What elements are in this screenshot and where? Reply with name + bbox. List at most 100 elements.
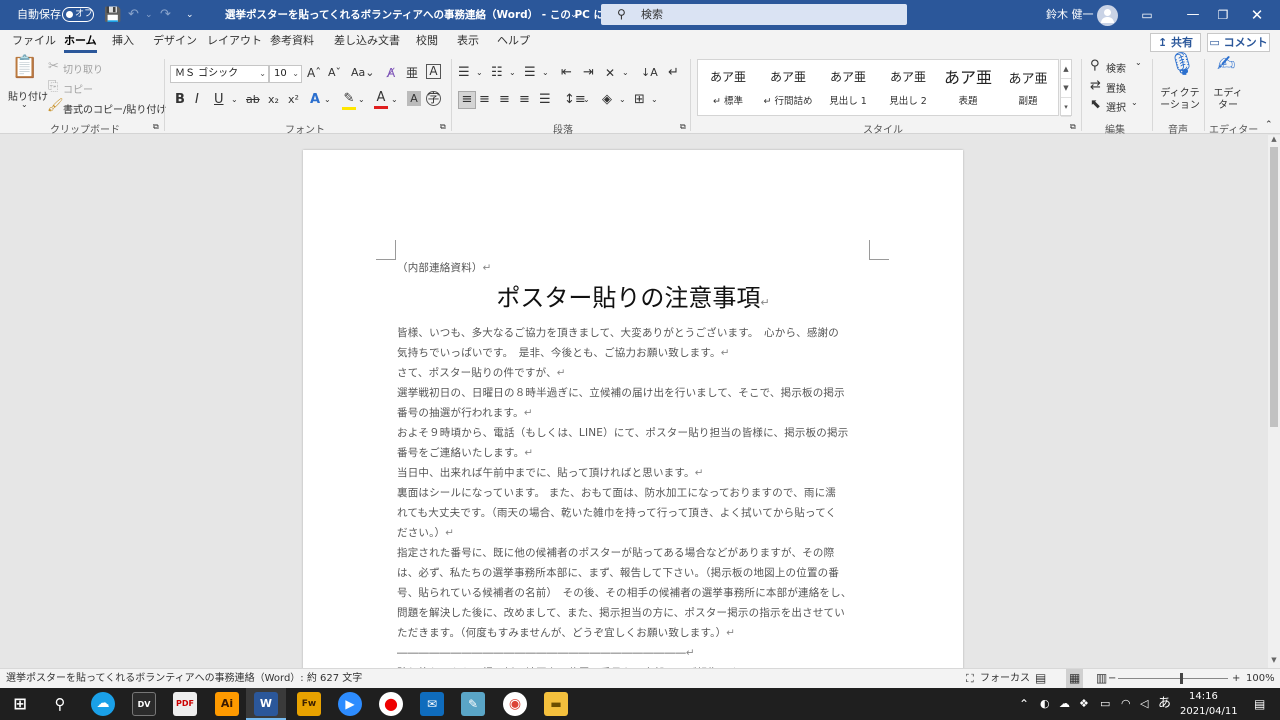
- borders-dropdown-icon[interactable]: ⌄: [651, 92, 658, 108]
- select-dropdown-icon[interactable]: ⌄: [1131, 98, 1138, 107]
- font-color-icon[interactable]: A: [374, 90, 388, 109]
- shading-icon[interactable]: ◈: [602, 92, 612, 108]
- undo-dropdown-icon[interactable]: ⌄: [145, 0, 153, 30]
- highlight-dropdown-icon[interactable]: ⌄: [358, 92, 365, 108]
- styles-launcher-icon[interactable]: ⧉: [1070, 122, 1076, 132]
- enclose-character-icon[interactable]: A: [426, 64, 441, 79]
- editor-button[interactable]: エディター: [1212, 88, 1244, 112]
- scroll-down-icon[interactable]: ▼: [1268, 656, 1280, 664]
- ime-indicator[interactable]: あ: [1158, 688, 1171, 720]
- style-no-spacing[interactable]: あア亜 ↵ 行間詰め: [758, 60, 818, 115]
- paste-dropdown-icon[interactable]: ⌄: [21, 100, 28, 109]
- davinci-app-icon[interactable]: DV: [132, 692, 156, 716]
- italic-icon[interactable]: I: [195, 92, 199, 108]
- style-normal[interactable]: あア亜 ↵ 標準: [698, 60, 758, 115]
- recorder-app-icon[interactable]: ●: [379, 692, 403, 716]
- text-effects-icon[interactable]: A: [310, 92, 320, 108]
- comment-button[interactable]: ▭ コメント: [1207, 33, 1270, 52]
- undo-icon[interactable]: ↶: [128, 0, 139, 30]
- word-count[interactable]: 選挙ポスターを貼ってくれるボランティアへの事務連絡（Word）: 約 627 文…: [6, 669, 362, 688]
- scroll-up-icon[interactable]: ▲: [1268, 135, 1280, 143]
- chrome-app-icon[interactable]: ◉: [503, 692, 527, 716]
- increase-indent-icon[interactable]: ⇥: [583, 65, 594, 81]
- font-name-combo[interactable]: ＭＳ ゴシック ⌄: [170, 65, 269, 83]
- word-app-icon[interactable]: W: [254, 692, 278, 716]
- phonetic-guide-icon[interactable]: 亜: [406, 65, 418, 81]
- font-color-dropdown-icon[interactable]: ⌄: [391, 92, 398, 108]
- focus-button[interactable]: フォーカス: [980, 669, 1030, 688]
- numbering-icon[interactable]: ☷: [491, 65, 503, 81]
- paste-icon[interactable]: 📋: [11, 57, 38, 79]
- select-button[interactable]: 選択: [1106, 99, 1126, 114]
- scroll-up-icon[interactable]: ▲: [1061, 60, 1071, 79]
- bullets-dropdown-icon[interactable]: ⌄: [476, 65, 483, 81]
- fireworks-app-icon[interactable]: Fw: [297, 692, 321, 716]
- scroll-down-icon[interactable]: ▼: [1061, 79, 1071, 98]
- ribbon-display-icon[interactable]: ▭: [1124, 0, 1170, 30]
- volume-icon[interactable]: ◁: [1140, 688, 1148, 720]
- cut-button[interactable]: 切り取り: [63, 61, 103, 76]
- microphone-icon[interactable]: 🎙: [1168, 54, 1196, 76]
- subscript-icon[interactable]: x₂: [268, 92, 279, 108]
- user-name[interactable]: 鈴木 健一: [1046, 0, 1094, 30]
- superscript-icon[interactable]: x²: [288, 92, 299, 108]
- save-icon[interactable]: 💾: [104, 0, 121, 30]
- style-subtitle[interactable]: あア亜 副題: [998, 60, 1058, 115]
- enclosed-characters-icon[interactable]: 字: [426, 91, 441, 106]
- pdf-app-icon[interactable]: PDF: [173, 692, 197, 716]
- sort-icon[interactable]: ↓A: [641, 65, 658, 81]
- scroll-thumb[interactable]: [1270, 147, 1278, 427]
- tab-layout[interactable]: レイアウト: [207, 30, 262, 54]
- find-button[interactable]: 検索: [1106, 60, 1126, 75]
- clipboard-launcher-icon[interactable]: ⧉: [153, 122, 159, 132]
- character-shading-icon[interactable]: A: [407, 91, 421, 106]
- tab-references[interactable]: 参考資料: [270, 30, 314, 54]
- customize-toolbar-icon[interactable]: ⌄: [186, 0, 194, 30]
- tab-help[interactable]: ヘルプ: [497, 30, 530, 54]
- tab-view[interactable]: 表示: [457, 30, 479, 54]
- bold-icon[interactable]: B: [175, 92, 185, 108]
- editor-icon[interactable]: ✍: [1217, 54, 1235, 76]
- zoom-slider[interactable]: [1118, 673, 1228, 684]
- title-dropdown-icon[interactable]: ⌄: [570, 0, 578, 30]
- underline-icon[interactable]: U: [214, 92, 224, 108]
- vertical-scrollbar[interactable]: ▲ ▼: [1268, 135, 1280, 668]
- align-center-icon[interactable]: ≡: [479, 92, 490, 108]
- zoom-slider-knob[interactable]: [1180, 673, 1183, 684]
- find-dropdown-icon[interactable]: ⌄: [1135, 58, 1142, 67]
- tab-design[interactable]: デザイン: [153, 30, 197, 54]
- justify-icon[interactable]: ≡: [519, 92, 530, 108]
- change-case-icon[interactable]: Aa⌄: [351, 65, 374, 81]
- dropbox-tray-icon[interactable]: ❖: [1079, 688, 1089, 720]
- text-effects-dropdown-icon[interactable]: ⌄: [324, 92, 331, 108]
- zoom-in-icon[interactable]: +: [1232, 669, 1240, 688]
- style-title[interactable]: あア亜 表題: [938, 60, 998, 115]
- more-styles-icon[interactable]: ▾: [1061, 98, 1071, 117]
- tab-review[interactable]: 校閲: [416, 30, 438, 54]
- grow-font-icon[interactable]: Aˆ: [307, 65, 321, 81]
- shading-dropdown-icon[interactable]: ⌄: [619, 92, 626, 108]
- file-explorer-icon[interactable]: ▬: [544, 692, 568, 716]
- format-painter-button[interactable]: 書式のコピー/貼り付け: [63, 101, 166, 116]
- zoom-level[interactable]: 100%: [1246, 669, 1275, 688]
- dictate-button[interactable]: ディクテーション: [1160, 88, 1200, 112]
- asian-layout-dropdown-icon[interactable]: ⌄: [622, 65, 629, 81]
- style-heading-2[interactable]: あア亜 見出し 2: [878, 60, 938, 115]
- onedrive-icon[interactable]: ☁: [1059, 688, 1070, 720]
- tab-file[interactable]: ファイル: [12, 30, 56, 54]
- autosave-toggle[interactable]: オフ: [62, 7, 94, 22]
- underline-dropdown-icon[interactable]: ⌄: [231, 92, 238, 108]
- tray-security-icon[interactable]: ◐: [1040, 688, 1050, 720]
- notifications-icon[interactable]: ▤: [1254, 688, 1265, 720]
- avatar[interactable]: [1097, 5, 1118, 26]
- strikethrough-icon[interactable]: ab: [246, 92, 260, 108]
- mail-app-icon[interactable]: ✉: [420, 692, 444, 716]
- tray-expand-icon[interactable]: ⌃: [1019, 688, 1029, 720]
- multilevel-list-icon[interactable]: ☰: [524, 65, 536, 81]
- share-button[interactable]: ↥ 共有: [1150, 33, 1201, 52]
- collapse-ribbon-icon[interactable]: ⌃: [1265, 120, 1273, 130]
- zoom-out-icon[interactable]: −: [1108, 669, 1116, 688]
- shrink-font-icon[interactable]: Aˇ: [328, 65, 341, 81]
- read-mode-icon[interactable]: ▤: [1035, 669, 1046, 688]
- clock-date[interactable]: 2021/04/11: [1180, 696, 1238, 720]
